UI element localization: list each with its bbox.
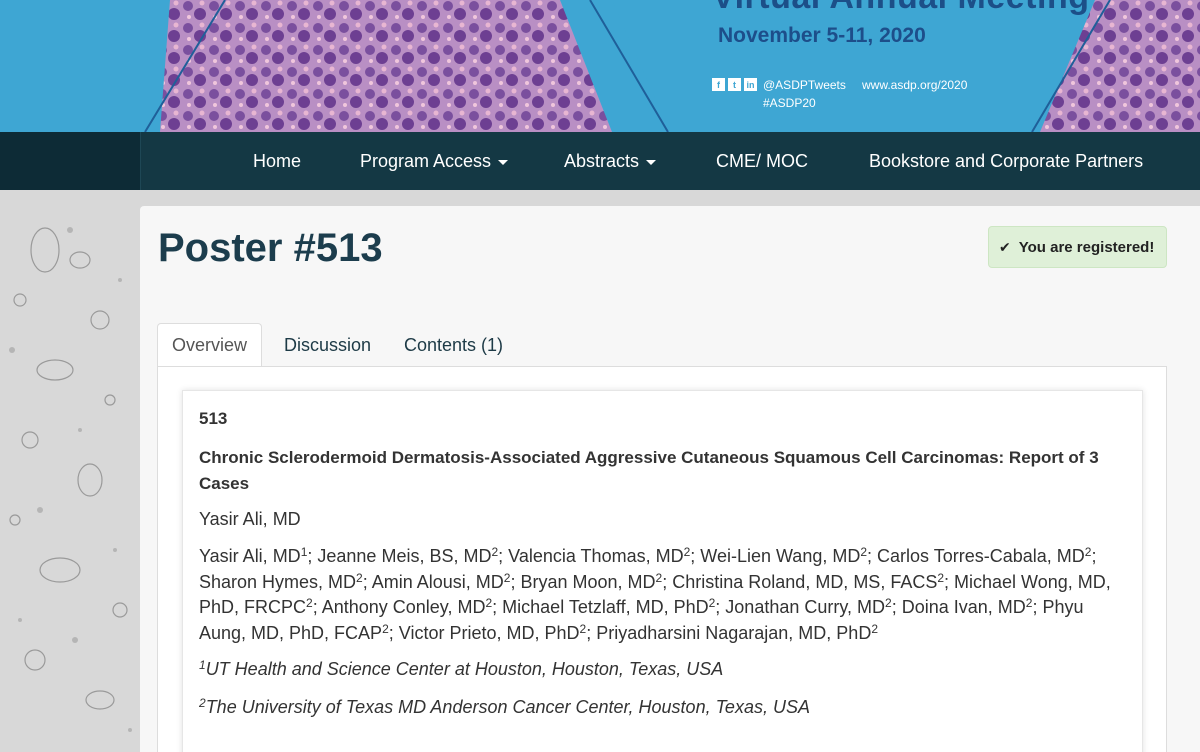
abstract-title: Chronic Sclerodermoid Dermatosis-Associa… bbox=[199, 448, 1099, 493]
hashtag: #ASDP20 bbox=[763, 96, 816, 110]
author-name: Victor Prieto, MD, PhD bbox=[398, 622, 580, 643]
banner-title: Virtual Annual Meeting bbox=[712, 0, 1089, 17]
author-affiliation-number: 2 bbox=[356, 570, 363, 585]
meeting-banner: Virtual Annual Meeting November 5-11, 20… bbox=[0, 0, 1200, 132]
banner-dates: November 5-11, 2020 bbox=[718, 24, 926, 47]
author-affiliation-number: 2 bbox=[708, 596, 716, 610]
affiliation-1: 1UT Health and Science Center at Houston… bbox=[199, 658, 724, 679]
tab-contents[interactable]: Contents (1) bbox=[404, 323, 503, 367]
author-affiliation-number: 2 bbox=[885, 596, 892, 610]
check-icon: ✔ bbox=[999, 238, 1011, 255]
nav-abstracts[interactable]: Abstracts bbox=[564, 151, 657, 172]
nav-home[interactable]: Home bbox=[253, 151, 301, 172]
registered-label: You are registered! bbox=[1018, 238, 1155, 256]
nav-bookstore[interactable]: Bookstore and Corporate Partners bbox=[869, 151, 1143, 172]
abstract-authors: Yasir Ali, MD1; Jeanne Meis, BS, MD2; Va… bbox=[199, 545, 1111, 643]
author-name: Carlos Torres-Cabala, MD bbox=[877, 546, 1085, 566]
registered-badge: ✔ You are registered! bbox=[988, 226, 1167, 268]
author-affiliation-number: 2 bbox=[683, 545, 691, 559]
social-icons: f t in bbox=[712, 78, 757, 91]
author-name: Amin Alousi, MD bbox=[371, 571, 504, 592]
author-affiliation-number: 2 bbox=[1084, 545, 1092, 559]
author-name: Jonathan Curry, MD bbox=[725, 597, 886, 617]
author-affiliation-number: 2 bbox=[871, 621, 879, 636]
linkedin-icon[interactable]: in bbox=[744, 78, 757, 91]
author-name: Priyadharsini Nagarajan, MD, PhD bbox=[596, 622, 872, 643]
author-affiliation-number: 2 bbox=[485, 596, 493, 610]
caret-down-icon bbox=[498, 159, 509, 165]
nav-program-access[interactable]: Program Access bbox=[360, 151, 509, 172]
author-affiliation-number: 2 bbox=[655, 570, 663, 585]
facebook-icon[interactable]: f bbox=[712, 78, 725, 91]
author-name: Christina Roland, MD, MS, FACS bbox=[672, 571, 938, 592]
author-name: Valencia Thomas, MD bbox=[508, 546, 684, 566]
nav-cme-moc[interactable]: CME/ MOC bbox=[716, 151, 808, 172]
author-affiliation-number: 2 bbox=[306, 596, 313, 610]
author-affiliation-number: 2 bbox=[491, 545, 499, 559]
author-affiliation-number: 2 bbox=[579, 621, 587, 636]
twitter-icon[interactable]: t bbox=[728, 78, 741, 91]
author-name: Anthony Conley, MD bbox=[321, 597, 486, 617]
banner-url: www.asdp.org/2020 bbox=[862, 78, 968, 92]
tab-overview[interactable]: Overview bbox=[157, 323, 263, 367]
author-affiliation-number: 2 bbox=[503, 570, 511, 585]
main-navbar: Home Program Access Abstracts CME/ MOC B… bbox=[0, 132, 1200, 190]
author-affiliation-number: 2 bbox=[1025, 596, 1033, 610]
author-name: Yasir Ali, MD bbox=[199, 546, 301, 566]
caret-down-icon bbox=[646, 159, 657, 165]
page-title: Poster #513 bbox=[158, 226, 383, 270]
twitter-handle: @ASDPTweets bbox=[763, 78, 846, 92]
author-name: Wei-Lien Wang, MD bbox=[700, 546, 861, 566]
author-affiliation-number: 1 bbox=[300, 545, 308, 559]
abstract-number: 513 bbox=[199, 409, 228, 428]
tab-discussion[interactable]: Discussion bbox=[284, 323, 371, 367]
abstract-presenter: Yasir Ali, MD bbox=[199, 509, 301, 529]
author-name: Michael Tetzlaff, MD, PhD bbox=[502, 597, 709, 617]
author-name: Bryan Moon, MD bbox=[520, 571, 656, 592]
author-name: Jeanne Meis, BS, MD bbox=[317, 546, 492, 566]
author-name: Sharon Hymes, MD bbox=[199, 571, 357, 592]
banner-artwork bbox=[0, 0, 1200, 132]
author-name: Doina Ivan, MD bbox=[901, 597, 1026, 617]
author-affiliation-number: 2 bbox=[937, 570, 945, 585]
author-affiliation-number: 2 bbox=[382, 621, 389, 636]
affiliation-2: 2The University of Texas MD Anderson Can… bbox=[199, 696, 810, 717]
author-affiliation-number: 2 bbox=[860, 545, 868, 559]
